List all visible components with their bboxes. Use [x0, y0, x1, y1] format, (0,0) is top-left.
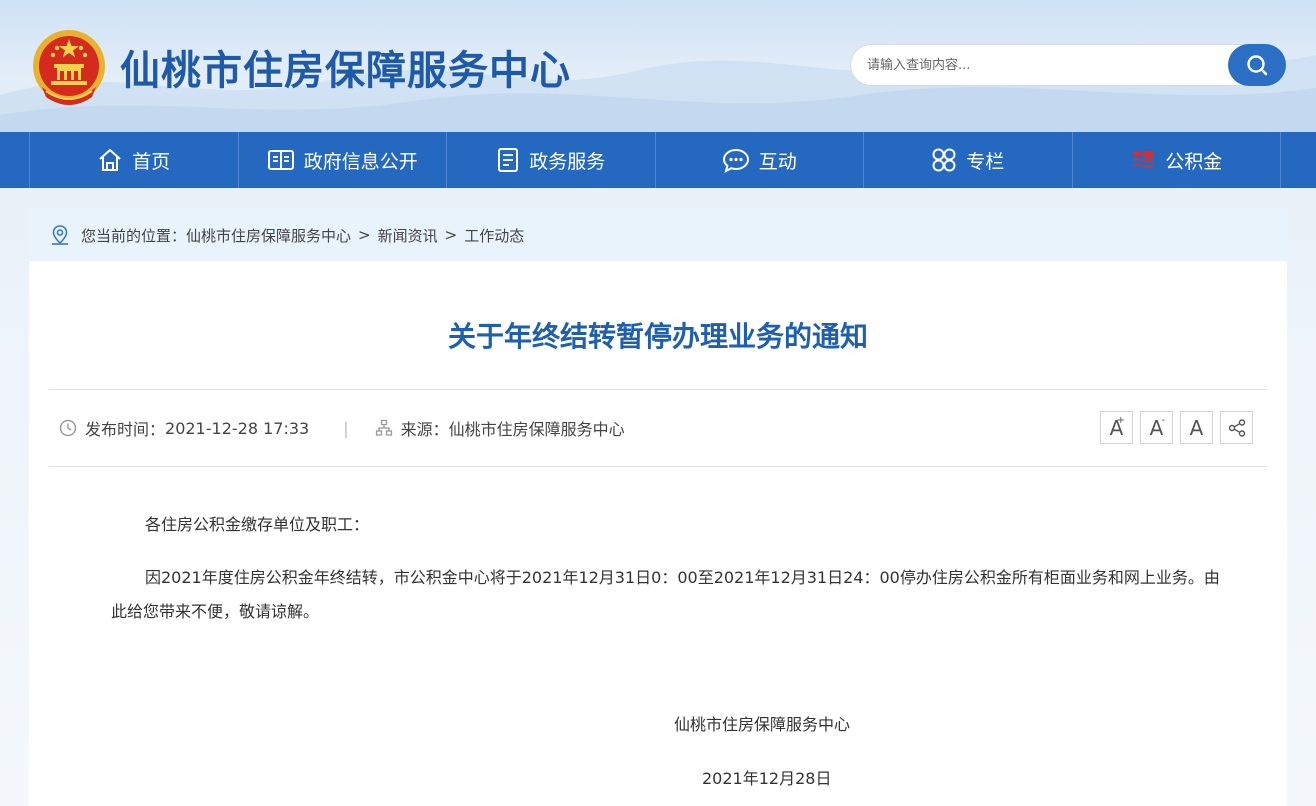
article-tools: A + A- A: [1100, 411, 1253, 444]
article-meta: 发布时间： 2021-12-28 17:33 | 来源： 仙桃市住房保障服务中心: [59, 417, 625, 439]
site-title: 仙桃市住房保障服务中心: [120, 48, 571, 94]
fund-logo-icon: [1130, 147, 1156, 173]
search-box: [850, 44, 1286, 86]
nav-item-label: 首页: [132, 150, 171, 173]
nav-item-home[interactable]: 首页: [29, 132, 238, 188]
font-smaller-button[interactable]: A-: [1140, 411, 1173, 444]
book-icon: [267, 148, 295, 172]
meta-divider-line: [49, 466, 1267, 467]
share-icon: [1228, 418, 1245, 437]
nav-item-label: 公积金: [1165, 150, 1223, 173]
signature-date: 2021年12月28日: [702, 769, 832, 788]
nav-item-gov-services[interactable]: 政务服务: [446, 132, 655, 188]
nav-item-housing-fund[interactable]: 公积金: [1071, 132, 1281, 188]
breadcrumb-link-news[interactable]: 新闻资讯: [378, 225, 438, 246]
home-icon: [97, 147, 123, 173]
publish-time-label: 发布时间：: [85, 420, 166, 439]
publish-time: 2021-12-28 17:33: [165, 418, 310, 438]
minus-sign: -: [1161, 415, 1165, 426]
nav-item-gov-info[interactable]: 政府信息公开: [237, 132, 447, 188]
national-emblem-icon: [33, 30, 105, 105]
breadcrumb-prefix: 您当前的位置：: [81, 226, 187, 245]
breadcrumb-link-home[interactable]: 仙桃市住房保障服务中心: [186, 225, 351, 246]
location-pin-icon: [49, 224, 71, 246]
breadcrumb-separator: >: [444, 226, 458, 244]
font-default-button[interactable]: A: [1180, 411, 1213, 444]
main-nav: 首页 政府信息公开 政务服务 互动 专栏 公积金: [0, 132, 1316, 188]
search-input[interactable]: [867, 45, 1227, 85]
article-body: 各住房公积金缴存单位及职工： 因2021年度住房公积金年终结转，市公积金中心将于…: [111, 513, 1221, 629]
clock-icon: [59, 419, 77, 437]
chat-icon: [722, 147, 750, 173]
title-divider: [49, 389, 1267, 390]
meta-divider: |: [343, 418, 349, 438]
breadcrumb-link-work-news[interactable]: 工作动态: [464, 225, 524, 246]
source-label: 来源：: [400, 420, 449, 439]
site-header: 仙桃市住房保障服务中心: [0, 0, 1316, 132]
greeting-paragraph: 各住房公积金缴存单位及职工：: [145, 515, 370, 534]
font-default-label: A: [1189, 415, 1204, 440]
article-panel: 关于年终结转暂停办理业务的通知 发布时间： 2021-12-28 17:33 |…: [29, 261, 1287, 806]
source-value: 仙桃市住房保障服务中心: [448, 420, 625, 439]
search-icon: [1247, 55, 1268, 76]
plus-sign: +: [1116, 415, 1125, 426]
source-icon: [375, 419, 393, 437]
document-icon: [496, 147, 520, 173]
grid-icon: [931, 147, 957, 173]
nav-item-label: 政府信息公开: [303, 150, 418, 173]
signature-org: 仙桃市住房保障服务中心: [674, 715, 851, 734]
nav-item-label: 政务服务: [529, 150, 606, 173]
search-button[interactable]: [1228, 44, 1286, 86]
nav-item-interaction[interactable]: 互动: [654, 132, 864, 188]
font-larger-button[interactable]: A +: [1100, 411, 1133, 444]
nav-item-column[interactable]: 专栏: [863, 132, 1072, 188]
nav-item-label: 专栏: [966, 150, 1005, 173]
notice-paragraph: 因2021年度住房公积金年终结转，市公积金中心将于2021年12月31日0：00…: [111, 568, 1220, 621]
breadcrumb: 您当前的位置： 仙桃市住房保障服务中心 > 新闻资讯 > 工作动态: [29, 209, 1287, 261]
nav-item-label: 互动: [758, 150, 797, 173]
article-title: 关于年终结转暂停办理业务的通知: [447, 320, 868, 353]
share-button[interactable]: [1220, 411, 1253, 444]
breadcrumb-separator: >: [358, 226, 371, 244]
